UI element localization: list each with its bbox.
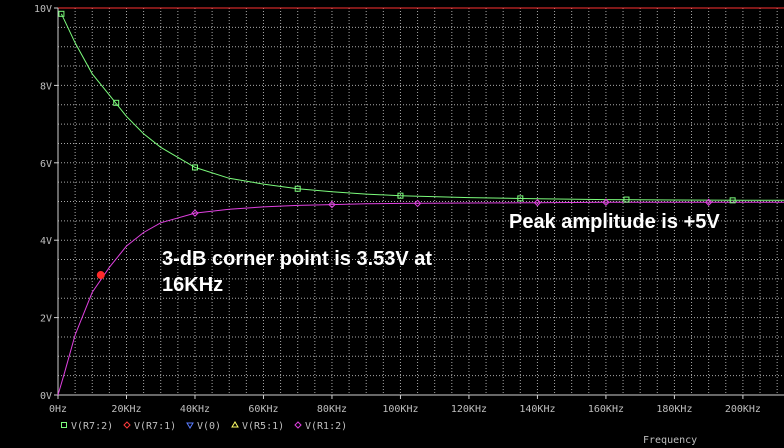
legend-marker [231, 421, 239, 428]
x-tick-label: 180KHz [656, 404, 692, 415]
peak-amplitude-annotation: Peak amplitude is +5V [509, 211, 720, 233]
x-tick-label: 0Hz [49, 404, 67, 415]
x-tick-label: 40KHz [180, 404, 210, 415]
y-tick-label: 2V [40, 314, 52, 325]
y-tick-label: 4V [40, 236, 52, 247]
legend-label: V(R5:1) [242, 421, 284, 432]
y-tick-label: 10V [34, 4, 52, 15]
legend-label: V(0) [197, 421, 221, 432]
corner-point-marker [96, 271, 105, 280]
y-tick-label: 8V [40, 81, 52, 92]
legend-label: V(R7:1) [134, 421, 176, 432]
legend-marker [61, 422, 67, 428]
legend-marker [294, 421, 302, 429]
series-line-V(R7:2) [60, 13, 784, 201]
x-tick-label: 140KHz [519, 404, 555, 415]
legend-label: V(R7:2) [71, 421, 113, 432]
grid [58, 8, 784, 395]
x-tick-label: 160KHz [588, 404, 624, 415]
x-tick-label: 80KHz [317, 404, 347, 415]
x-axis-label: Frequency [643, 435, 697, 446]
x-tick-label: 200KHz [725, 404, 761, 415]
y-tick-label: 0V [40, 391, 52, 402]
x-tick-label: 120KHz [451, 404, 487, 415]
series-layer [57, 13, 784, 396]
legend-marker [186, 422, 194, 429]
probe-window: 0V 2V 4V 6V 8V 10V 0Hz 20KHz 40KHz 60KHz 80KHz 100K… [0, 0, 784, 448]
y-tick-label: 6V [40, 159, 52, 170]
x-tick-label: 20KHz [111, 404, 141, 415]
legend: V(R7:2) V(R7:1) V(0) V(R5:1) V(R1:2) [61, 421, 347, 432]
legend-label: V(R1:2) [305, 421, 347, 432]
x-tick-label: 60KHz [248, 404, 278, 415]
x-tick-label: 100KHz [382, 404, 418, 415]
corner-point-annotation: 3-dB corner point is 3.53V at 16KHz [162, 248, 433, 296]
marker-layer [58, 10, 736, 280]
legend-marker [123, 421, 131, 429]
